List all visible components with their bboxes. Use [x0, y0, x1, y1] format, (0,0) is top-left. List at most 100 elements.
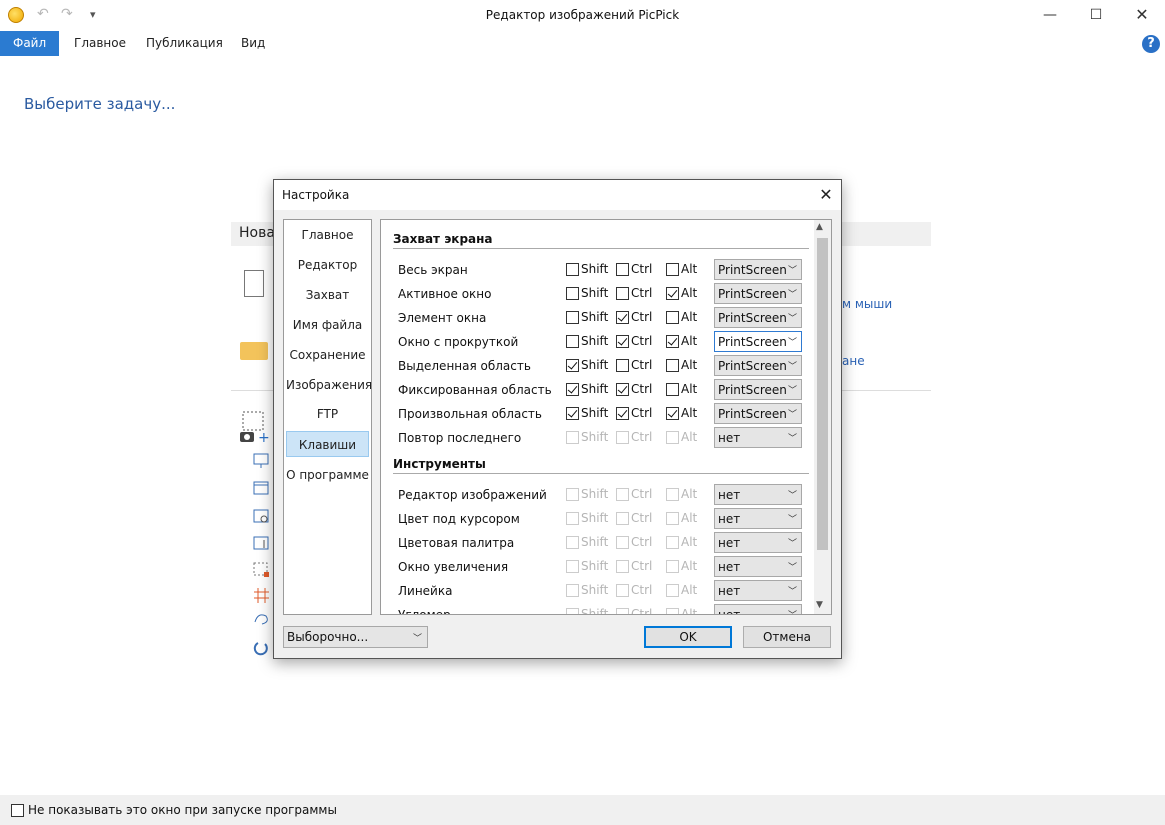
key-dropdown[interactable]: PrintScreen ﹀	[714, 283, 802, 304]
ctrl-checkbox[interactable]	[616, 359, 629, 372]
fullscreen-icon[interactable]	[253, 453, 269, 468]
ctrl-checkbox[interactable]	[616, 287, 629, 300]
minimize-button[interactable]: —	[1027, 0, 1073, 30]
ctrl-checkbox[interactable]	[616, 407, 629, 420]
scrollbar-thumb[interactable]	[817, 238, 828, 550]
region-icon[interactable]	[253, 562, 269, 577]
key-dropdown[interactable]: PrintScreen ﹀	[714, 259, 802, 280]
nav-item-editor[interactable]: Редактор	[286, 252, 369, 278]
key-dropdown[interactable]: PrintScreen ﹀	[714, 307, 802, 328]
hotkey-row: Весь экран Shift Ctrl Alt PrintScreen ﹀	[381, 259, 811, 283]
ctrl-checkbox[interactable]	[616, 335, 629, 348]
key-dropdown[interactable]: нет ﹀	[714, 508, 802, 529]
hotkey-label: Линейка	[398, 584, 453, 598]
nav-item-filename[interactable]: Имя файла	[286, 312, 369, 338]
key-dropdown[interactable]: нет ﹀	[714, 580, 802, 601]
alt-checkbox	[666, 431, 679, 444]
active-window-icon[interactable]	[253, 481, 269, 495]
capture-link-screen[interactable]: ане	[842, 354, 865, 368]
fixed-region-icon[interactable]	[254, 588, 269, 603]
shift-label: Shift	[581, 262, 609, 276]
shift-checkbox[interactable]	[566, 263, 579, 276]
hotkey-label: Редактор изображений	[398, 488, 547, 502]
ctrl-checkbox[interactable]	[616, 263, 629, 276]
capture-camera-icon[interactable]: +	[240, 411, 270, 446]
key-value: PrintScreen	[718, 287, 787, 301]
shift-checkbox[interactable]	[566, 287, 579, 300]
key-dropdown[interactable]: нет ﹀	[714, 532, 802, 553]
vertical-scrollbar[interactable]: ▲ ▼	[814, 220, 831, 614]
shift-checkbox[interactable]	[566, 383, 579, 396]
hotkey-label: Фиксированная область	[398, 383, 552, 397]
shift-checkbox[interactable]	[566, 335, 579, 348]
alt-checkbox[interactable]	[666, 263, 679, 276]
tab-view[interactable]: Вид	[228, 31, 278, 56]
alt-label: Alt	[681, 286, 698, 300]
ctrl-checkbox[interactable]	[616, 383, 629, 396]
key-dropdown[interactable]: нет ﹀	[714, 556, 802, 577]
alt-checkbox[interactable]	[666, 383, 679, 396]
key-dropdown[interactable]: нет ﹀	[714, 484, 802, 505]
shift-checkbox[interactable]	[566, 311, 579, 324]
nav-item-saving[interactable]: Сохранение	[286, 342, 369, 368]
ctrl-label: Ctrl	[631, 487, 653, 501]
open-folder-icon[interactable]	[240, 342, 268, 360]
window-title: Редактор изображений PicPick	[485, 8, 680, 22]
nav-item-images[interactable]: Изображения	[286, 372, 372, 398]
key-dropdown[interactable]: PrintScreen ﹀	[714, 403, 802, 424]
shift-label: Shift	[581, 382, 609, 396]
cancel-button[interactable]: Отмена	[743, 626, 831, 648]
hotkey-label: Цветовая палитра	[398, 536, 515, 550]
scrolling-window-icon[interactable]	[253, 536, 269, 550]
ctrl-checkbox[interactable]	[616, 311, 629, 324]
key-dropdown[interactable]: PrintScreen ﹀	[714, 355, 802, 376]
shift-checkbox[interactable]	[566, 407, 579, 420]
section-divider	[393, 248, 809, 249]
key-dropdown[interactable]: PrintScreen ﹀	[714, 379, 802, 400]
alt-checkbox[interactable]	[666, 311, 679, 324]
ctrl-checkbox	[616, 560, 629, 573]
ctrl-label: Ctrl	[631, 430, 653, 444]
tab-file[interactable]: Файл	[0, 31, 60, 56]
dont-show-checkbox[interactable]	[11, 804, 24, 817]
new-document-icon[interactable]	[244, 270, 264, 297]
capture-link-mouse[interactable]: м мыши	[842, 297, 892, 311]
section-title: Инструменты	[393, 457, 486, 471]
shift-label: Shift	[581, 430, 609, 444]
nav-item-ftp[interactable]: FTP	[286, 401, 369, 427]
ctrl-label: Ctrl	[631, 535, 653, 549]
scroll-up-icon[interactable]: ▲	[816, 222, 823, 232]
key-dropdown[interactable]: нет ﹀	[714, 427, 802, 448]
ok-button[interactable]: OK	[644, 626, 732, 648]
tab-publish[interactable]: Публикация	[133, 31, 236, 56]
alt-label: Alt	[681, 583, 698, 597]
key-dropdown[interactable]: нет ﹀	[714, 604, 802, 615]
hotkey-row: Угломер Shift Ctrl Alt нет ﹀	[381, 604, 811, 615]
nav-item-about[interactable]: О программе	[286, 462, 369, 488]
alt-checkbox[interactable]	[666, 407, 679, 420]
scroll-down-icon[interactable]: ▼	[816, 600, 823, 610]
nav-item-general[interactable]: Главное	[286, 222, 369, 248]
alt-checkbox[interactable]	[666, 287, 679, 300]
alt-checkbox[interactable]	[666, 335, 679, 348]
alt-checkbox[interactable]	[666, 359, 679, 372]
freehand-icon[interactable]	[254, 614, 268, 625]
window-control-icon[interactable]	[253, 509, 269, 523]
hotkey-label: Элемент окна	[398, 311, 487, 325]
nav-item-capture[interactable]: Захват	[286, 282, 369, 308]
preset-dropdown[interactable]: Выборочно... ﹀	[283, 626, 428, 648]
repeat-last-icon[interactable]	[253, 642, 268, 656]
nav-item-hotkeys[interactable]: Клавиши	[286, 431, 369, 457]
tab-home[interactable]: Главное	[61, 31, 139, 56]
help-icon[interactable]: ?	[1142, 35, 1160, 53]
alt-label: Alt	[681, 559, 698, 573]
close-window-button[interactable]: ✕	[1119, 0, 1165, 30]
chevron-down-icon: ﹀	[412, 634, 422, 644]
task-title: Выберите задачу...	[24, 95, 176, 113]
key-value: нет	[718, 608, 741, 615]
key-dropdown[interactable]: PrintScreen ﹀	[714, 331, 802, 352]
maximize-button[interactable]: ☐	[1073, 0, 1119, 30]
shift-checkbox[interactable]	[566, 359, 579, 372]
key-value: PrintScreen	[718, 359, 787, 373]
dialog-close-button[interactable]: ✕	[814, 184, 838, 206]
